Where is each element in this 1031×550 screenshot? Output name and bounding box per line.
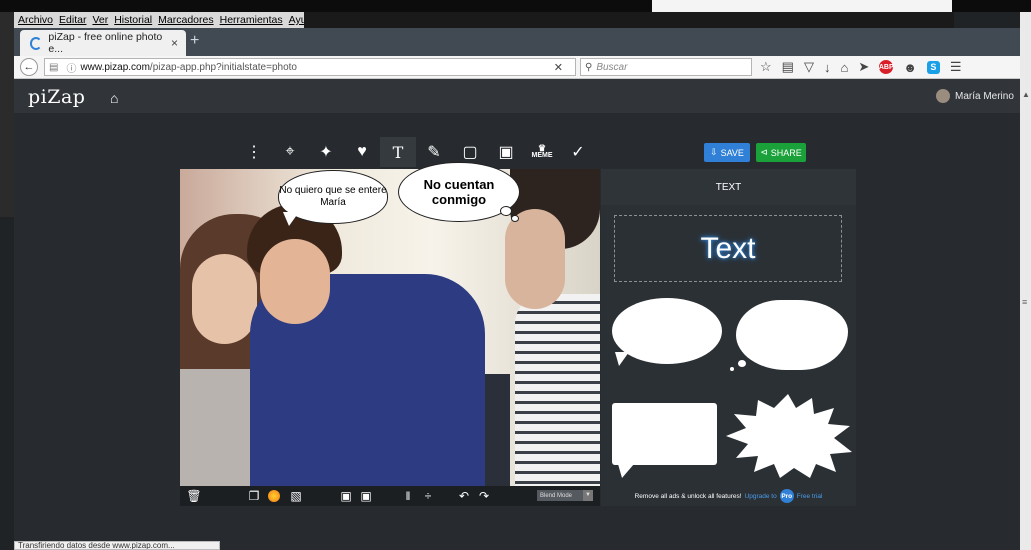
user-menu[interactable]: María Merino [936, 89, 1014, 103]
adblock-icon[interactable]: ABP [879, 60, 894, 74]
undo-icon[interactable]: ↶ [454, 489, 474, 503]
layer-back-icon[interactable]: ▣ [356, 489, 376, 503]
thought-dot-1 [500, 206, 512, 216]
redo-icon[interactable]: ↷ [474, 489, 494, 503]
download-icon: ⇩ [710, 147, 718, 157]
thought-cloud-option[interactable] [736, 300, 848, 370]
app-header [14, 79, 1020, 113]
promo-text: Remove all ads & unlock all features! [634, 492, 742, 500]
crop-icon[interactable]: ⌖ [272, 137, 308, 167]
share-button[interactable]: ⊲ SHARE [756, 143, 806, 162]
share-label: SHARE [770, 147, 802, 158]
pizap-logo[interactable]: piZap [28, 86, 85, 108]
url-bar[interactable]: ▤ ⓘ www.pizap.com /pizap-app.php?initial… [44, 58, 576, 76]
browser-toolbar-icons: ☆ ▤ ▽ ↓ ⌂ ➤ ABP ☻ S ☰ [760, 57, 962, 77]
tab-close-icon[interactable]: × [171, 36, 178, 50]
loading-spinner-icon [30, 36, 43, 50]
rectangle-speech-bubble-tail [618, 464, 634, 478]
cloud-dot-1 [738, 360, 746, 367]
upgrade-link[interactable]: Upgrade to [745, 493, 777, 500]
home-icon[interactable]: ⌂ [840, 60, 848, 75]
photo-person-left-face [192, 254, 257, 344]
eyedropper-icon[interactable]: ✓ [560, 137, 596, 167]
skype-icon[interactable]: S [926, 60, 940, 74]
speech-bubble-1-tail [283, 212, 299, 226]
status-bar: Transfiriendo datos desde www.pizap.com.… [14, 541, 220, 550]
new-tab-button[interactable]: + [190, 32, 199, 50]
menu-ver[interactable]: Ver [92, 14, 108, 26]
menu-archivo[interactable]: Archivo [18, 14, 53, 26]
text-icon[interactable]: T [380, 137, 416, 167]
thought-dot-2 [511, 215, 519, 222]
scrollbar-thumb[interactable]: ≡ [1022, 297, 1027, 307]
photo-person-right [515, 294, 600, 486]
panel-title: TEXT [601, 169, 856, 205]
save-button[interactable]: ⇩ SAVE [704, 143, 750, 162]
blend-mode-select[interactable]: Blend Mode ▼ [537, 490, 593, 501]
photo-person-center-face [260, 239, 330, 324]
back-button[interactable]: ← [20, 58, 38, 76]
image-icon[interactable]: ▣ [488, 137, 524, 167]
url-path: /pizap-app.php?initialstate=photo [149, 61, 297, 73]
tab-title: piZap - free online photo e... [48, 31, 163, 55]
reading-list-icon[interactable]: ▤ [782, 59, 794, 75]
browser-tab[interactable]: piZap - free online photo e... × [20, 30, 186, 56]
layer-front-icon[interactable]: ▣ [336, 489, 356, 503]
background-window [652, 0, 952, 12]
info-icon[interactable]: ⓘ [66, 60, 76, 75]
photo-canvas[interactable] [180, 169, 600, 486]
search-placeholder: Buscar [596, 61, 628, 73]
promo-bar: Remove all ads & unlock all features! Up… [601, 486, 856, 506]
chat-icon[interactable]: ☻ [903, 60, 917, 75]
pro-badge[interactable]: Pro [779, 489, 794, 503]
color-icon[interactable] [268, 490, 280, 502]
search-input[interactable]: ⚲ Buscar [580, 58, 752, 76]
editor-toolbar: ⋮ ⌖ ✦ ♥ T ✎ ▢ ▣ ♛ MEME ✓ [236, 137, 596, 167]
url-host: www.pizap.com [80, 61, 150, 73]
avatar [936, 89, 950, 103]
copy-icon[interactable]: ❐ [244, 489, 264, 503]
save-label: SAVE [720, 147, 744, 158]
blend-mode-label: Blend Mode [540, 492, 573, 499]
scroll-up-arrow-icon[interactable]: ▲ [1022, 90, 1030, 99]
flip-horizontal-icon[interactable]: ‖ [398, 489, 418, 503]
burst-shape [726, 394, 852, 478]
more-vertical-icon[interactable]: ⋮ [236, 137, 272, 167]
stop-icon[interactable]: ✕ [554, 61, 563, 74]
oval-speech-bubble-tail [615, 352, 629, 366]
heart-icon[interactable]: ♥ [344, 137, 380, 167]
trash-icon[interactable]: 🗑 [184, 489, 204, 503]
photo-person-right-face [505, 209, 565, 309]
menu-bar-filler [304, 12, 954, 28]
menu-historial[interactable]: Historial [114, 14, 152, 26]
flip-vertical-icon[interactable]: ÷ [418, 489, 438, 503]
search-icon: ⚲ [585, 61, 593, 73]
send-icon[interactable]: ➤ [858, 59, 869, 75]
menu-herramientas[interactable]: Herramientas [220, 14, 283, 26]
download-icon[interactable]: ↓ [824, 60, 831, 75]
user-name: María Merino [955, 90, 1014, 102]
menu-marcadores[interactable]: Marcadores [158, 14, 213, 26]
burst-bubble-option[interactable] [722, 392, 854, 480]
page-icon: ▤ [49, 61, 59, 73]
text-style-sample[interactable]: Text [614, 215, 842, 282]
share-icon: ⊲ [760, 147, 768, 157]
bookmark-star-icon[interactable]: ☆ [760, 59, 772, 75]
cloud-dot-2 [730, 367, 734, 371]
gradient-icon[interactable]: ▧ [286, 489, 306, 503]
chevron-down-icon: ▼ [583, 490, 593, 501]
meme-crown-icon: ♛ [537, 143, 547, 153]
menu-bar: Archivo Editar Ver Historial Marcadores … [14, 12, 318, 28]
background-window-left [0, 12, 14, 217]
hamburger-menu-icon[interactable]: ☰ [950, 59, 962, 75]
home-icon[interactable]: ⌂ [110, 90, 118, 106]
pocket-icon[interactable]: ▽ [804, 59, 814, 75]
menu-editar[interactable]: Editar [59, 14, 86, 26]
rectangle-speech-bubble-option[interactable] [612, 403, 717, 465]
magic-wand-icon[interactable]: ✦ [308, 137, 344, 167]
meme-label: MEME [531, 152, 553, 159]
free-trial-link[interactable]: Free trial [797, 493, 823, 500]
meme-icon[interactable]: ♛ MEME [524, 137, 560, 167]
